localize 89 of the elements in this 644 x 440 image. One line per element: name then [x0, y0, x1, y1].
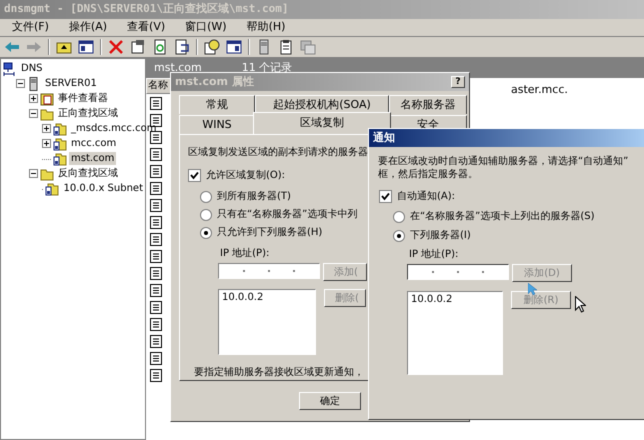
event-log-icon	[40, 92, 54, 106]
option-label: 到所有服务器(T)	[217, 190, 291, 204]
pane-title: mst.com	[154, 60, 202, 76]
zone-icon	[53, 122, 67, 136]
option-label: 下列服务器(I)	[410, 229, 471, 243]
tree-item[interactable]: SERVER01	[43, 77, 99, 90]
window-title: dnsmgmt - [DNS\SERVER01\正向查找区域\mst.com]	[4, 1, 289, 18]
tree-item[interactable]: 10.0.0.x Subnet	[61, 182, 145, 195]
field-label: IP 地址(P):	[220, 246, 270, 261]
help-button[interactable]: ?	[451, 76, 465, 88]
server-list[interactable]: 10.0.0.2	[218, 289, 316, 355]
dns-icon	[3, 62, 17, 76]
menu-item[interactable]: 窗口(W)	[185, 19, 227, 36]
expand-icon[interactable]	[42, 124, 51, 133]
record-icon	[150, 148, 162, 161]
record-count: 11 个记录	[242, 60, 292, 76]
clipboard-icon[interactable]	[278, 39, 294, 55]
tab[interactable]: WINS	[179, 115, 255, 134]
field-label: IP 地址(P):	[409, 248, 458, 262]
tree-item[interactable]: _msdcs.mcc.com	[69, 122, 158, 135]
collapse-icon[interactable]	[29, 109, 38, 118]
tree-item[interactable]: mst.com	[69, 152, 116, 165]
column-header[interactable]: 名称	[146, 78, 171, 94]
radio-button[interactable]	[393, 210, 405, 222]
server-list[interactable]: 10.0.0.2	[407, 291, 503, 375]
option-label: 自动通知(A):	[397, 190, 456, 204]
tab[interactable]: 名称服务器	[389, 95, 467, 114]
record-icon	[150, 267, 162, 280]
description-text: 要在区域改动时自动通知辅助服务器，请选择“自动通知”	[378, 155, 628, 168]
option-label: 在“名称服务器”选项卡上列出的服务器(S)	[410, 210, 595, 224]
zone-icon	[45, 182, 60, 196]
record-icon	[150, 318, 162, 331]
collapse-icon[interactable]	[29, 169, 38, 178]
zone-icon	[53, 152, 67, 166]
radio-button[interactable]	[200, 190, 212, 202]
option-label: 允许区域复制(O):	[206, 168, 286, 183]
tree-item[interactable]: 反向查找区域	[56, 167, 120, 180]
tree-item[interactable]: DNS	[19, 62, 45, 75]
list-cell-text: aster.mcc.	[511, 82, 568, 98]
tree-item[interactable]: mcc.com	[69, 137, 118, 150]
panel-icon[interactable]	[78, 39, 94, 55]
radio-button[interactable]	[200, 208, 212, 220]
record-icon	[150, 216, 162, 229]
record-icon	[150, 97, 162, 110]
expand-icon[interactable]	[29, 94, 38, 103]
collapse-icon[interactable]	[16, 79, 25, 88]
record-icon	[150, 352, 162, 365]
record-icon	[150, 250, 162, 263]
panel-icon[interactable]	[226, 39, 242, 55]
record-icon	[150, 301, 162, 314]
list-item[interactable]: 10.0.0.2	[222, 290, 312, 305]
pointer-icon	[528, 283, 537, 296]
record-icon	[150, 199, 162, 212]
list-item[interactable]: 10.0.0.2	[411, 292, 499, 307]
delete-icon[interactable]	[108, 39, 124, 55]
checkbox[interactable]	[188, 169, 201, 182]
record-icon	[150, 233, 162, 246]
notify-hint-text: 要指定辅助服务器接收区域更新通知，	[194, 366, 364, 380]
description-text: 区域复制发送区域的副本到请求的服务器	[188, 146, 368, 160]
ok-button[interactable]: 确定	[299, 392, 361, 410]
properties-icon[interactable]	[130, 39, 146, 55]
ip-address-field[interactable]	[407, 264, 509, 280]
record-icon	[150, 165, 162, 178]
menu-item[interactable]: 帮助(H)	[246, 19, 286, 36]
description-text: 框，然后指定服务器。	[378, 168, 478, 181]
ip-address-field[interactable]	[218, 263, 320, 279]
tree-item[interactable]: 正向查找区域	[56, 107, 120, 120]
menu-item[interactable]: 操作(A)	[68, 19, 108, 36]
record-icon	[150, 369, 162, 382]
option-label: 只允许到下列服务器(H)	[217, 226, 322, 240]
tab[interactable]: 常规	[179, 95, 255, 114]
option-label: 只有在“名称服务器”选项卡中列	[217, 208, 358, 222]
export-icon[interactable]	[174, 39, 190, 55]
menu-item[interactable]: 查看(V)	[127, 19, 166, 36]
folder-icon	[40, 106, 54, 120]
record-icon	[150, 335, 162, 348]
refresh-icon[interactable]	[152, 39, 168, 55]
radio-button[interactable]	[393, 230, 405, 242]
menu-item[interactable]: 文件(F)	[12, 19, 49, 36]
folder-icon	[40, 166, 54, 180]
record-icon	[150, 182, 162, 195]
record-icon	[150, 284, 162, 297]
tree-item[interactable]: 事件查看器	[56, 92, 110, 105]
zone-icon	[53, 136, 67, 150]
dialog-title: mst.com 属性	[175, 74, 254, 90]
pointer-icon	[575, 296, 586, 313]
radio-button[interactable]	[200, 226, 212, 238]
checkbox[interactable]	[379, 190, 392, 203]
expand-icon[interactable]	[42, 139, 51, 148]
